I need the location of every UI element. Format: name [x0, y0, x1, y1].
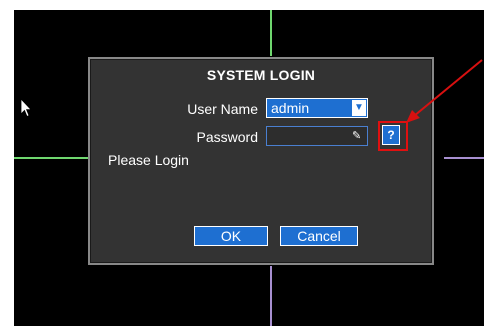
grid-line-horizontal-right	[444, 157, 484, 159]
ok-button[interactable]: OK	[194, 226, 268, 246]
mouse-pointer-icon	[20, 98, 32, 118]
user-name-select[interactable]: admin ▼	[266, 98, 368, 118]
system-login-dialog: SYSTEM LOGIN User Name admin ▼ Password …	[88, 57, 434, 265]
cancel-button[interactable]: Cancel	[280, 226, 358, 246]
red-arrow-icon	[406, 59, 483, 123]
chevron-down-icon[interactable]: ▼	[352, 100, 366, 116]
status-text: Please Login	[108, 152, 189, 168]
grid-line-vertical-top	[270, 10, 272, 56]
pencil-icon[interactable]: ✎	[352, 130, 364, 142]
grid-line-horizontal-left	[14, 157, 94, 159]
user-name-label: User Name	[187, 101, 258, 117]
help-button[interactable]: ?	[382, 125, 400, 145]
dialog-title: SYSTEM LOGIN	[206, 67, 316, 83]
password-input[interactable]: ✎	[266, 126, 368, 146]
user-name-value: admin	[271, 100, 310, 116]
grid-line-vertical-bottom	[270, 266, 272, 326]
password-label: Password	[196, 129, 258, 145]
